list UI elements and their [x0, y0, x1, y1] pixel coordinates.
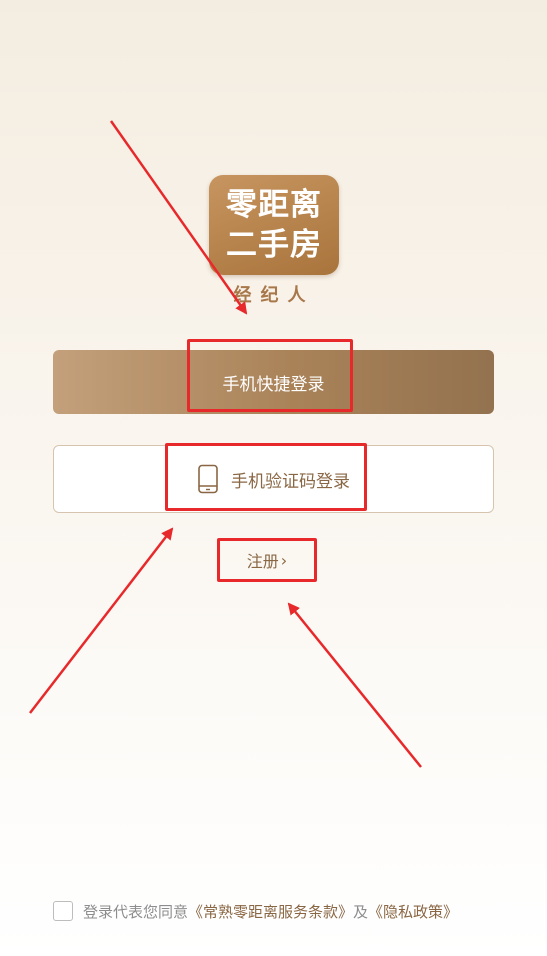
- annotation-box-quick-login: [187, 339, 353, 412]
- checkbox-icon[interactable]: [53, 901, 73, 921]
- agreement-row: 登录代表您同意 《常熟零距离服务条款》 及 《隐私政策》: [53, 898, 458, 924]
- annotation-arrow-left: [29, 527, 174, 714]
- logo-line-2: 二手房: [226, 227, 322, 263]
- logo-badge: 零距离 二手房: [209, 175, 339, 275]
- annotation-box-code-login: [165, 443, 367, 511]
- annotation-arrow-right: [287, 602, 422, 768]
- annotation-box-register: [217, 538, 317, 582]
- agreement-and: 及: [353, 902, 369, 921]
- logo-subtitle: 经纪人: [233, 285, 315, 306]
- terms-link[interactable]: 《常熟零距离服务条款》: [188, 901, 353, 922]
- logo-line-1: 零距离: [226, 187, 322, 223]
- agreement-prefix: 登录代表您同意: [83, 902, 189, 921]
- privacy-link[interactable]: 《隐私政策》: [368, 901, 458, 922]
